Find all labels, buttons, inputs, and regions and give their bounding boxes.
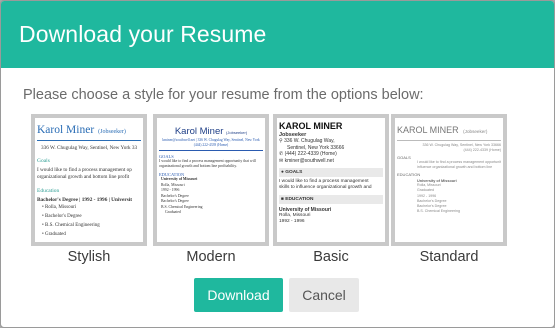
list-item: • Bachelor's Degree bbox=[42, 214, 82, 219]
style-option-stylish[interactable]: Karol Miner (Jobseeker) 336 W. Chugulag … bbox=[31, 114, 151, 274]
stylish-preview[interactable]: Karol Miner (Jobseeker) 336 W. Chugulag … bbox=[31, 114, 147, 246]
basic-preview[interactable]: KAROL MINER Jobseeker ⚲ 336 W. Chugulag … bbox=[273, 114, 389, 246]
preview-goals-heading: Goals bbox=[37, 158, 50, 164]
style-label-modern[interactable]: Modern bbox=[153, 249, 269, 265]
dialog-title: Download your Resume bbox=[19, 21, 267, 47]
style-label-stylish[interactable]: Stylish bbox=[31, 249, 147, 265]
preview-goals-text: I would like to find a process managemen… bbox=[279, 179, 372, 190]
goals-icon: ● bbox=[281, 170, 284, 175]
preview-goals-heading: ● GOALS bbox=[279, 168, 383, 177]
divider bbox=[37, 140, 141, 141]
list-item: • Rolla, Missouri bbox=[42, 205, 77, 210]
preview-role: (Jobseeker) bbox=[226, 130, 248, 135]
preview-name: Karol Miner bbox=[174, 126, 224, 137]
cancel-button[interactable]: Cancel bbox=[289, 278, 359, 312]
email-icon: ✉ bbox=[279, 157, 284, 164]
modern-preview[interactable]: Karol Miner (Jobseeker) kminer@southwell… bbox=[153, 114, 269, 246]
preview-education-heading: Education bbox=[37, 188, 60, 194]
preview-goals-text: I would like to find a process managemen… bbox=[417, 160, 501, 169]
list-item: 1992 - 1996 bbox=[279, 219, 305, 224]
list-item: • B.S. Chemical Engineering bbox=[42, 223, 100, 228]
dialog-header: Download your Resume bbox=[1, 1, 554, 68]
preview-name: KAROL MINER bbox=[397, 125, 459, 135]
list-item: Graduated bbox=[165, 210, 181, 214]
preview-goals-text: I would like to find a process managemen… bbox=[37, 167, 132, 180]
phone-icon: ✆ bbox=[279, 151, 284, 157]
preview-role: (Jobseeker) bbox=[463, 129, 488, 134]
preview-education-heading: ■ EDUCATION bbox=[279, 195, 383, 204]
preview-email: ✉ kminer@southwell.net bbox=[279, 157, 334, 164]
divider bbox=[397, 140, 501, 141]
download-resume-dialog: Download your Resume Please choose a sty… bbox=[0, 0, 555, 328]
style-label-standard[interactable]: Standard bbox=[391, 249, 507, 265]
list-item: B.S. Chemical Engineering bbox=[417, 209, 460, 214]
preview-role: (Jobseeker) bbox=[98, 129, 126, 135]
divider bbox=[159, 150, 263, 151]
style-option-modern[interactable]: Karol Miner (Jobseeker) kminer@southwell… bbox=[153, 114, 273, 274]
preview-phone: (444) 222-4339 (Home) bbox=[463, 147, 501, 152]
style-option-basic[interactable]: KAROL MINER Jobseeker ⚲ 336 W. Chugulag … bbox=[273, 114, 393, 274]
preview-goals-text: I would like to find a process managemen… bbox=[159, 159, 256, 168]
preview-name: Karol Miner bbox=[37, 124, 95, 136]
preview-education-heading: EDUCATION bbox=[397, 172, 421, 178]
style-options: Karol Miner (Jobseeker) 336 W. Chugulag … bbox=[31, 114, 531, 274]
list-item: • Graduated bbox=[42, 232, 66, 237]
style-prompt: Please choose a style for your resume fr… bbox=[23, 87, 424, 103]
preview-address: 336 W. Chugulag Way, Sentinel, New York … bbox=[41, 145, 138, 151]
preview-name: KAROL MINER bbox=[279, 121, 343, 131]
location-icon: ⚲ bbox=[279, 138, 283, 144]
standard-preview[interactable]: KAROL MINER (Jobseeker) 336 W. Chugulag … bbox=[391, 114, 507, 246]
preview-contact: (444) 222-4339 (Home) bbox=[193, 143, 229, 147]
download-button[interactable]: Download bbox=[194, 278, 283, 312]
style-label-basic[interactable]: Basic bbox=[273, 249, 389, 265]
preview-contact: kminer@southwell.net | 336 W. Chugulag W… bbox=[162, 138, 260, 142]
education-icon: ■ bbox=[281, 197, 284, 202]
style-option-standard[interactable]: KAROL MINER (Jobseeker) 336 W. Chugulag … bbox=[391, 114, 511, 274]
